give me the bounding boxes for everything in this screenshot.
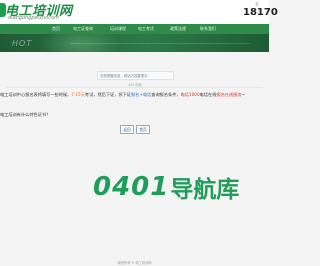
- msg-part-7: 电话在线: [199, 92, 217, 97]
- hero-banner: HOT: [0, 34, 269, 52]
- footer-text: 版权所有 © 电工培训网: [117, 261, 152, 265]
- msg-online-signup[interactable]: 报名在线服务: [216, 92, 241, 97]
- msg-part-5: 查询报名条件，: [151, 92, 181, 97]
- phone-number: 18170: [243, 7, 278, 18]
- notice-box: 友情提醒信息，网站内容整理中: [97, 71, 174, 80]
- msg-part-3: 考试，然后下证，领下证: [84, 92, 131, 97]
- nav-item-exam[interactable]: 电工考试: [138, 26, 154, 32]
- msg-phone[interactable]: 电话1000: [181, 92, 200, 97]
- nav-item-courses[interactable]: 培训课程: [110, 26, 126, 32]
- banner-hot-text: HOT: [12, 39, 33, 48]
- divider: [6, 87, 263, 88]
- nav-item-home[interactable]: 首页: [52, 26, 60, 32]
- msg-part-1: 电工培训中心报名表将填写一些时候，: [0, 92, 72, 97]
- error-404-graphic: 0401 导航库: [93, 172, 240, 203]
- nav-item-cert-query[interactable]: 电工证查询: [73, 26, 93, 32]
- nav-item-contact[interactable]: 联系我们: [200, 26, 216, 32]
- logo-subtitle: diangongpeixuncom: [8, 15, 59, 21]
- error-code: 0401: [93, 172, 170, 202]
- banner-line: [70, 43, 250, 44]
- main-nav: 首页 电工证查询 培训课程 电工考试 政策法规 联系我们: [0, 24, 269, 34]
- msg-part-9: ~: [241, 92, 246, 97]
- notice-text: 友情提醒信息，网站内容整理中: [100, 74, 148, 78]
- back-button[interactable]: 返回: [120, 125, 134, 134]
- error-brand-word: 导航库: [170, 177, 240, 203]
- home-button[interactable]: 首页: [136, 125, 150, 134]
- faq-question: 电工培训有什么特色证书？: [0, 112, 51, 117]
- nav-item-policy[interactable]: 政策法规: [170, 26, 186, 32]
- site-header: 电工培训网 diangongpeixuncom 全 18170: [0, 0, 278, 24]
- info-message: 电工培训中心报名表将填写一些时候，7-15天考试，然后下证，领下证报名+电话查询…: [0, 92, 245, 98]
- msg-days: 7-15天: [71, 92, 85, 97]
- msg-signup-link[interactable]: 报名+电话: [131, 92, 151, 97]
